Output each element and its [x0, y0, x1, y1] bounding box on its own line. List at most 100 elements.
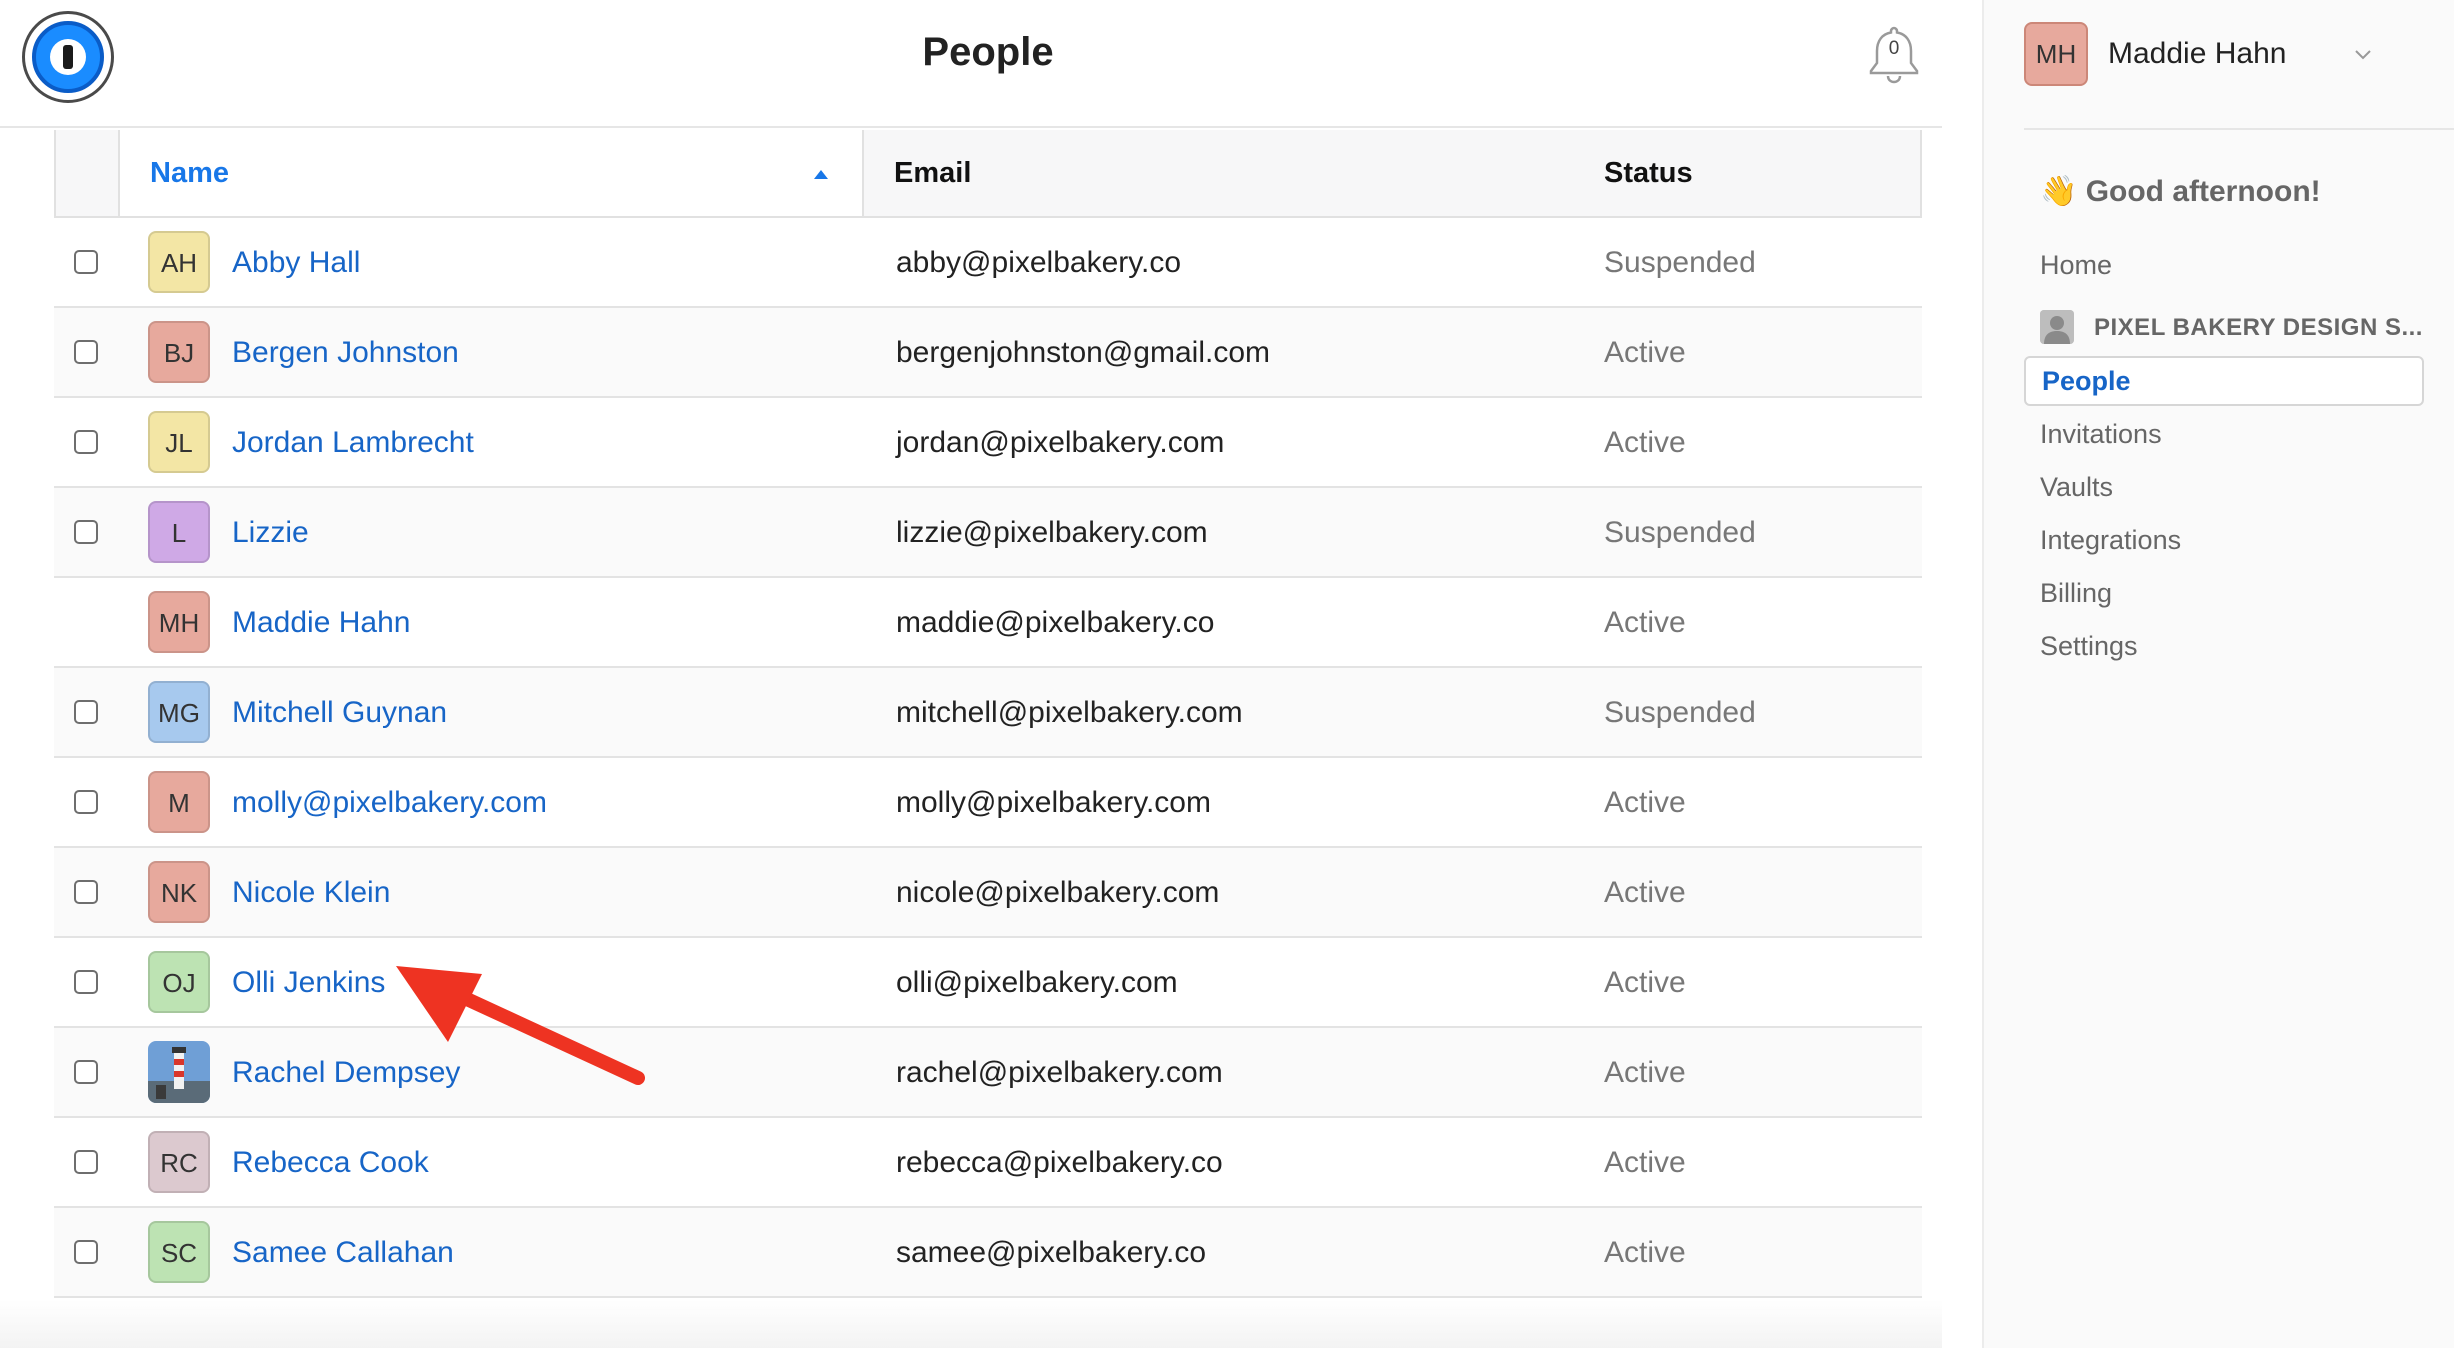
- account-name: Maddie Hahn: [2108, 37, 2287, 70]
- row-checkbox[interactable]: [74, 430, 98, 454]
- avatar: NK: [148, 861, 210, 923]
- sidebar-item-people[interactable]: People: [2024, 356, 2424, 406]
- avatar: SC: [148, 1221, 210, 1283]
- sidebar-item-home[interactable]: Home: [2040, 250, 2112, 281]
- person-name-link[interactable]: Rebecca Cook: [232, 1118, 429, 1208]
- row-checkbox[interactable]: [74, 1060, 98, 1084]
- row-checkbox[interactable]: [74, 880, 98, 904]
- table-row[interactable]: L Lizzie lizzie@pixelbakery.com Suspended: [54, 488, 1922, 578]
- person-name-link[interactable]: molly@pixelbakery.com: [232, 758, 547, 848]
- person-name-link[interactable]: Nicole Klein: [232, 848, 390, 938]
- notifications-button[interactable]: 0: [1864, 24, 1924, 86]
- top-header: People 0: [0, 0, 1942, 128]
- notification-count: 0: [1888, 38, 1900, 59]
- status-text: Suspended: [1604, 696, 1756, 729]
- table-row[interactable]: OJ Olli Jenkins olli@pixelbakery.com Active: [54, 938, 1922, 1028]
- person-name-link[interactable]: Jordan Lambrecht: [232, 398, 474, 488]
- avatar: BJ: [148, 321, 210, 383]
- status-text: Active: [1604, 336, 1686, 369]
- table-row[interactable]: MH Maddie Hahn maddie@pixelbakery.co Active: [54, 578, 1922, 668]
- table-row[interactable]: JL Jordan Lambrecht jordan@pixelbakery.com…: [54, 398, 1922, 488]
- right-sidebar: MH Maddie Hahn 👋 Good afternoon! Home PI…: [1982, 0, 2454, 1348]
- person-email: jordan@pixelbakery.com: [896, 426, 1225, 459]
- person-name-link[interactable]: Maddie Hahn: [232, 578, 410, 668]
- organization-icon: [2040, 310, 2074, 344]
- table-row[interactable]: MG Mitchell Guynan mitchell@pixelbakery.co…: [54, 668, 1922, 758]
- row-checkbox[interactable]: [74, 340, 98, 364]
- avatar: MH: [2024, 22, 2088, 86]
- row-checkbox[interactable]: [74, 1240, 98, 1264]
- sidebar-item-vaults[interactable]: Vaults: [2024, 462, 2424, 515]
- table-row[interactable]: BJ Bergen Johnston bergenjohnston@gmail.co…: [54, 308, 1922, 398]
- person-name-link[interactable]: Samee Callahan: [232, 1208, 454, 1298]
- bottom-fade: [0, 1300, 1942, 1348]
- avatar: MH: [148, 591, 210, 653]
- person-name-link[interactable]: Olli Jenkins: [232, 938, 385, 1028]
- column-header-status[interactable]: Status: [1604, 130, 1922, 216]
- person-email: samee@pixelbakery.co: [896, 1236, 1207, 1269]
- header-select-cell: [56, 130, 120, 216]
- person-email: olli@pixelbakery.com: [896, 966, 1178, 999]
- table-row[interactable]: Rachel Dempsey rachel@pixelbakery.com Acti…: [54, 1028, 1922, 1118]
- avatar: M: [148, 771, 210, 833]
- table-header: Name Email Status: [54, 130, 1922, 218]
- person-email: molly@pixelbakery.com: [896, 786, 1211, 819]
- table-row[interactable]: NK Nicole Klein nicole@pixelbakery.com Acti…: [54, 848, 1922, 938]
- person-email: rachel@pixelbakery.com: [896, 1056, 1223, 1089]
- column-header-name-label: Name: [150, 157, 229, 189]
- table-row[interactable]: Mmolly@pixelbakery.com molly@pixelbakery.…: [54, 758, 1922, 848]
- row-checkbox[interactable]: [74, 250, 98, 274]
- status-text: Suspended: [1604, 516, 1756, 549]
- status-text: Active: [1604, 1146, 1686, 1179]
- sidebar-divider: [2024, 128, 2454, 130]
- table-body: AH Abby Hall abby@pixelbakery.co Suspended B…: [54, 218, 1922, 1298]
- person-name-link[interactable]: Bergen Johnston: [232, 308, 459, 398]
- sidebar-item-billing[interactable]: Billing: [2024, 568, 2424, 621]
- photo-avatar-icon: [148, 1041, 210, 1103]
- row-checkbox[interactable]: [74, 1150, 98, 1174]
- person-email: maddie@pixelbakery.co: [896, 606, 1215, 639]
- status-text: Active: [1604, 786, 1686, 819]
- column-header-email[interactable]: Email: [864, 130, 1604, 216]
- person-name-link[interactable]: Lizzie: [232, 488, 309, 578]
- row-checkbox[interactable]: [74, 970, 98, 994]
- column-header-name[interactable]: Name: [120, 130, 864, 216]
- avatar: MG: [148, 681, 210, 743]
- person-email: abby@pixelbakery.co: [896, 246, 1182, 279]
- avatar: JL: [148, 411, 210, 473]
- status-text: Active: [1604, 606, 1686, 639]
- table-row[interactable]: SC Samee Callahan samee@pixelbakery.co Acti…: [54, 1208, 1922, 1298]
- sidebar-item-settings[interactable]: Settings: [2024, 621, 2424, 674]
- row-checkbox[interactable]: [74, 790, 98, 814]
- organization-name: PIXEL BAKERY DESIGN S...: [2094, 314, 2423, 341]
- avatar: L: [148, 501, 210, 563]
- main-content: People 0 Name Email Status AH Abby Hall ab…: [0, 0, 1942, 1348]
- avatar: AH: [148, 231, 210, 293]
- greeting-text: 👋 Good afternoon!: [2040, 175, 2321, 208]
- status-text: Suspended: [1604, 246, 1756, 279]
- sidebar-item-integrations[interactable]: Integrations: [2024, 515, 2424, 568]
- avatar: RC: [148, 1131, 210, 1193]
- table-row[interactable]: AH Abby Hall abby@pixelbakery.co Suspended: [54, 218, 1922, 308]
- sort-ascending-icon: [814, 170, 828, 179]
- app-window: People 0 Name Email Status AH Abby Hall ab…: [0, 0, 2454, 1348]
- person-silhouette-icon: [2040, 310, 2074, 344]
- row-checkbox[interactable]: [74, 520, 98, 544]
- row-checkbox[interactable]: [74, 700, 98, 724]
- sidebar-item-invitations[interactable]: Invitations: [2024, 409, 2424, 462]
- chevron-down-icon: [2355, 50, 2371, 60]
- status-text: Active: [1604, 876, 1686, 909]
- person-email: bergenjohnston@gmail.com: [896, 336, 1270, 369]
- table-row[interactable]: RC Rebecca Cook rebecca@pixelbakery.co Acti…: [54, 1118, 1922, 1208]
- annotation-arrow-icon: [396, 966, 645, 1085]
- status-text: Active: [1604, 426, 1686, 459]
- status-text: Active: [1604, 966, 1686, 999]
- sidebar-nav: People Invitations Vaults Integrations Billi…: [2024, 356, 2424, 674]
- status-text: Active: [1604, 1056, 1686, 1089]
- person-name-link[interactable]: Abby Hall: [232, 218, 360, 308]
- people-table: Name Email Status AH Abby Hall abby@pixelb…: [54, 130, 1922, 1298]
- avatar: [148, 1041, 210, 1103]
- person-name-link[interactable]: Mitchell Guynan: [232, 668, 447, 758]
- avatar: OJ: [148, 951, 210, 1013]
- person-email: lizzie@pixelbakery.com: [896, 516, 1208, 549]
